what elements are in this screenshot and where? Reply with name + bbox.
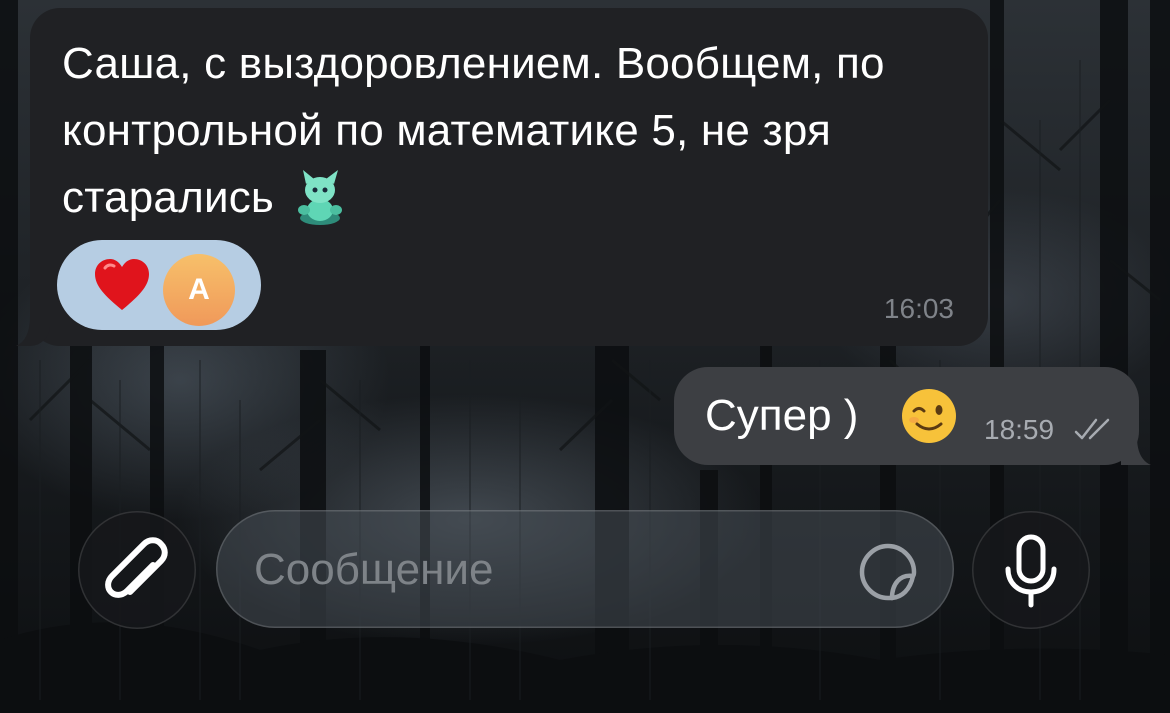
green-cat-sticker-icon bbox=[298, 170, 343, 225]
sticker-icon[interactable] bbox=[856, 540, 920, 604]
incoming-message-time: 16:03 bbox=[883, 293, 954, 324]
outgoing-message-text: Супер ) bbox=[705, 391, 859, 440]
attach-button[interactable] bbox=[78, 511, 196, 629]
paperclip-icon bbox=[105, 537, 168, 598]
chat-screen: Саша, с выздоровлением. Вообщем, по конт… bbox=[0, 0, 1170, 713]
reaction-avatar: А bbox=[163, 254, 235, 326]
heart-icon bbox=[95, 259, 149, 310]
read-checkmarks-icon bbox=[1074, 418, 1110, 440]
reaction-chip[interactable]: А bbox=[57, 240, 261, 330]
winking-face-icon bbox=[902, 389, 956, 443]
message-input-placeholder: Сообщение bbox=[254, 545, 494, 594]
microphone-icon bbox=[1005, 534, 1057, 608]
incoming-message-body: Саша, с выздоровлением. Вообщем, по конт… bbox=[62, 39, 885, 222]
incoming-message-text: Саша, с выздоровлением. Вообщем, по конт… bbox=[62, 30, 962, 231]
message-input[interactable]: Сообщение bbox=[216, 510, 954, 628]
outgoing-message-bubble[interactable]: Супер ) 18:59 bbox=[674, 367, 1139, 465]
microphone-button[interactable] bbox=[972, 511, 1090, 629]
incoming-message-bubble[interactable]: Саша, с выздоровлением. Вообщем, по конт… bbox=[30, 8, 988, 346]
outgoing-message-time: 18:59 bbox=[984, 414, 1055, 445]
